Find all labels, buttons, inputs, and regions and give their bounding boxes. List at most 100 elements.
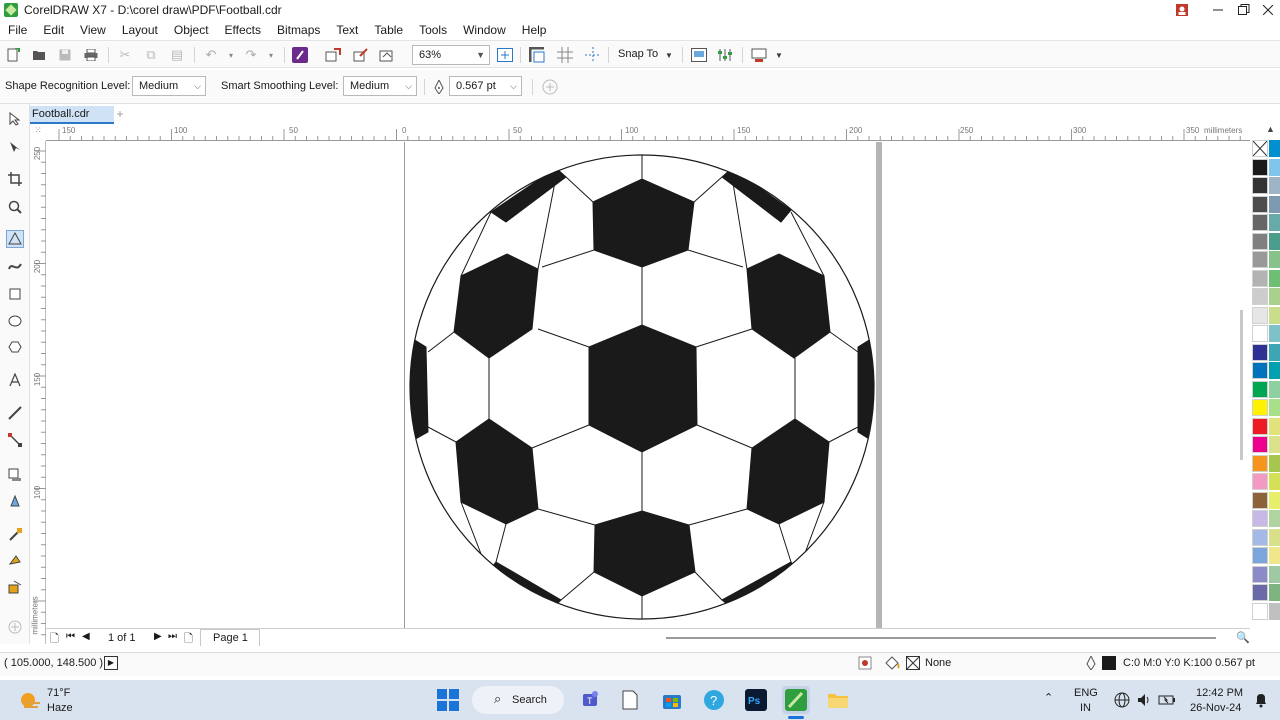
palette-swatch[interactable] <box>1269 473 1280 490</box>
new-document-icon[interactable] <box>4 46 22 64</box>
zoom-navigator-icon[interactable]: 🔍 <box>1236 631 1250 644</box>
horizontal-scrollbar[interactable] <box>666 637 1216 639</box>
palette-swatch[interactable] <box>1252 177 1268 194</box>
palette-swatch[interactable] <box>1252 306 1268 324</box>
print-icon[interactable] <box>82 46 100 64</box>
parallel-dimension-tool-icon[interactable] <box>6 404 24 422</box>
palette-swatch[interactable] <box>1252 584 1268 601</box>
palette-swatch[interactable] <box>1269 269 1280 287</box>
play-icon[interactable]: ▶ <box>104 656 118 670</box>
photoshop-icon[interactable]: Ps <box>742 686 770 714</box>
page-options-icon[interactable]: 🗋 <box>50 630 59 649</box>
chevron-down-icon[interactable]: ▾ <box>222 46 240 64</box>
smart-smoothing-dropdown[interactable]: Medium ⌵ <box>343 76 417 96</box>
drop-shadow-tool-icon[interactable] <box>6 466 24 484</box>
smart-fill-tool-icon[interactable] <box>6 578 24 596</box>
polygon-tool-icon[interactable] <box>6 338 24 356</box>
clock-date[interactable]: 26-Nov-24 <box>1190 702 1241 714</box>
palette-swatch[interactable] <box>1252 288 1268 305</box>
horizontal-ruler[interactable]: 150 100 50 0 50 100 150 200 250 300 350 … <box>46 125 1250 141</box>
import-icon[interactable] <box>324 46 342 64</box>
shape-tool-icon[interactable] <box>6 138 24 156</box>
tab-football-cdr[interactable]: Football.cdr <box>30 106 114 124</box>
paste-icon[interactable]: ▤ <box>168 46 186 64</box>
palette-swatch[interactable] <box>1252 380 1268 398</box>
menu-tools[interactable]: Tools <box>419 23 447 37</box>
file-explorer-icon[interactable] <box>824 686 852 714</box>
palette-swatch[interactable] <box>1269 547 1280 564</box>
palette-swatch[interactable] <box>1252 362 1268 379</box>
palette-swatch[interactable] <box>1252 269 1268 287</box>
cut-icon[interactable]: ✂ <box>116 46 134 64</box>
palette-swatch[interactable] <box>1269 251 1280 268</box>
publish-pdf-icon[interactable] <box>378 46 396 64</box>
last-page-icon[interactable]: ⏭ <box>168 631 177 642</box>
drawing-canvas[interactable] <box>46 142 1250 628</box>
palette-swatch[interactable] <box>1252 436 1268 453</box>
export-icon[interactable] <box>352 46 370 64</box>
weather-icon[interactable] <box>18 690 42 713</box>
pick-tool-icon[interactable] <box>6 110 24 128</box>
vertical-scrollbar[interactable] <box>1240 310 1243 460</box>
palette-swatch[interactable] <box>1269 565 1280 583</box>
chevron-down-icon[interactable]: ▾ <box>262 46 280 64</box>
welcome-screen-icon[interactable] <box>690 46 708 64</box>
customize-toolbox-icon[interactable] <box>6 618 24 636</box>
next-page-icon[interactable]: ▶ <box>154 631 162 642</box>
language-region[interactable]: IN <box>1080 702 1091 714</box>
palette-swatch[interactable] <box>1252 251 1268 268</box>
palette-swatch[interactable] <box>1269 362 1280 379</box>
connector-tool-icon[interactable] <box>6 431 24 449</box>
palette-swatch[interactable] <box>1269 584 1280 601</box>
palette-swatch[interactable] <box>1269 158 1280 176</box>
palette-swatch[interactable] <box>1269 380 1280 398</box>
clock-time[interactable]: 12:42 PM <box>1196 687 1243 699</box>
palette-swatch[interactable] <box>1252 195 1268 213</box>
undo-icon[interactable]: ↶ <box>202 46 220 64</box>
file-icon[interactable] <box>616 686 644 714</box>
chevron-down-icon[interactable]: ▼ <box>770 46 788 64</box>
zoom-tool-icon[interactable] <box>6 198 24 216</box>
ellipse-tool-icon[interactable] <box>6 312 24 330</box>
interactive-fill-tool-icon[interactable] <box>6 552 24 570</box>
palette-swatch[interactable] <box>1269 436 1280 453</box>
palette-scroll-arrow-icon[interactable]: ▲ <box>1266 124 1275 134</box>
palette-swatch[interactable] <box>1269 232 1280 250</box>
user-icon[interactable] <box>1168 0 1196 20</box>
palette-swatch[interactable] <box>1252 473 1268 490</box>
notification-bell-icon[interactable] <box>1254 692 1268 711</box>
fill-settings-icon[interactable] <box>858 656 872 673</box>
palette-swatch[interactable] <box>1269 602 1280 620</box>
palette-swatch[interactable] <box>1252 565 1268 583</box>
windows-start-icon[interactable] <box>434 686 462 714</box>
menu-file[interactable]: File <box>8 23 27 37</box>
palette-swatch[interactable] <box>1252 454 1268 472</box>
palette-swatch[interactable] <box>1252 510 1268 527</box>
new-tab-icon[interactable]: + <box>112 106 128 122</box>
palette-swatch[interactable] <box>1269 288 1280 305</box>
palette-swatch[interactable] <box>1269 214 1280 231</box>
first-page-icon[interactable]: ⏮ <box>66 631 75 642</box>
palette-swatch[interactable] <box>1269 417 1280 435</box>
teams-icon[interactable]: T <box>576 686 604 714</box>
palette-swatch[interactable] <box>1252 547 1268 564</box>
menu-help[interactable]: Help <box>522 23 547 37</box>
close-button[interactable] <box>1254 0 1280 20</box>
open-folder-icon[interactable] <box>30 46 48 64</box>
add-icon[interactable] <box>541 78 559 96</box>
show-guidelines-icon[interactable] <box>584 46 602 64</box>
menu-bitmaps[interactable]: Bitmaps <box>277 23 320 37</box>
add-page-icon[interactable]: 🗋 <box>184 630 193 649</box>
palette-swatch[interactable] <box>1269 195 1280 213</box>
palette-swatch[interactable] <box>1269 491 1280 509</box>
text-tool-icon[interactable] <box>6 371 24 389</box>
chevron-down-icon[interactable]: ▼ <box>660 46 678 64</box>
page-tab[interactable]: Page 1 <box>200 629 260 646</box>
ruler-origin[interactable]: ⁙ <box>30 125 46 141</box>
palette-swatch[interactable] <box>1252 158 1268 176</box>
taskbar-search-box[interactable]: ⌕ Search <box>472 686 564 714</box>
palette-swatch[interactable] <box>1269 306 1280 324</box>
menu-layout[interactable]: Layout <box>122 23 158 37</box>
menu-edit[interactable]: Edit <box>43 23 64 37</box>
previous-page-icon[interactable]: ◀ <box>82 631 90 642</box>
